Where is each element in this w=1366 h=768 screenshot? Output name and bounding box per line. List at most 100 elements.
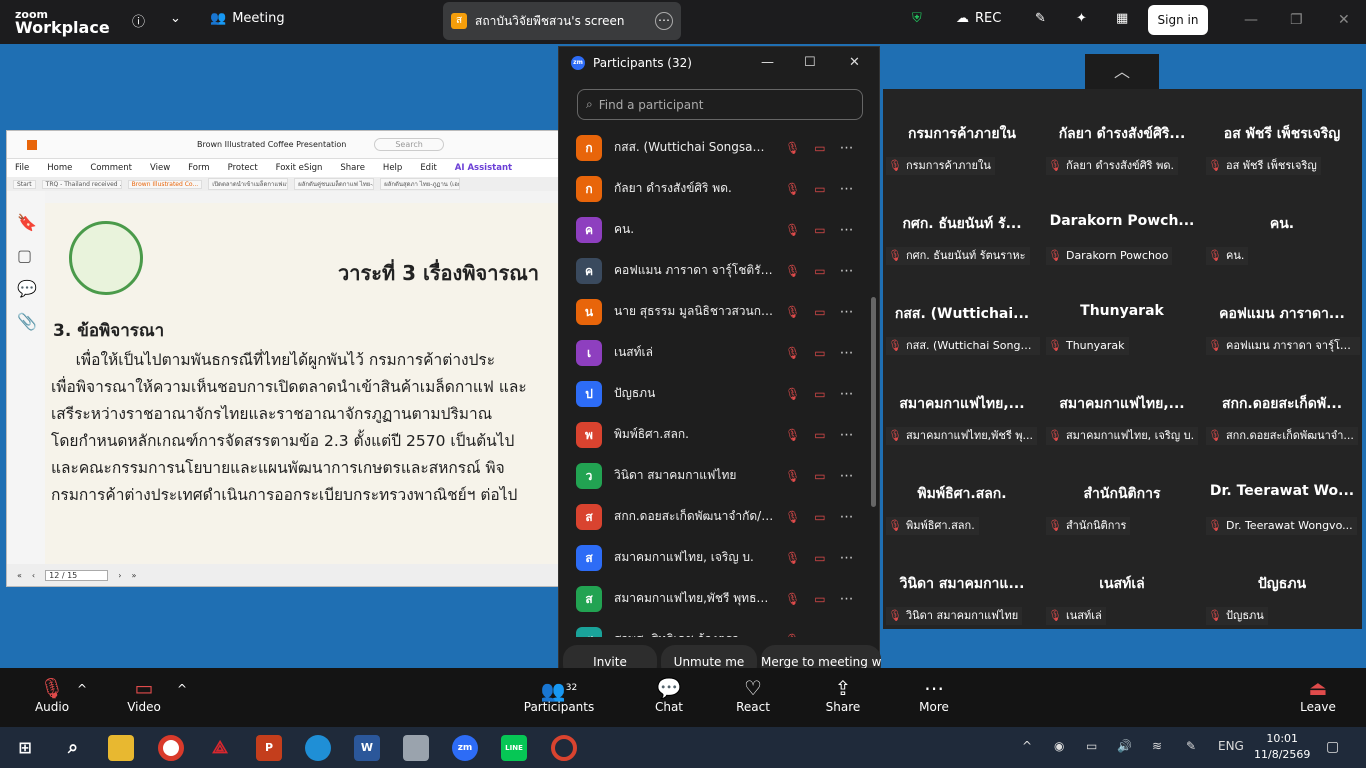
audio-options-caret[interactable]: ^ [70, 682, 94, 696]
mic-off-icon[interactable]: 🎙 [785, 305, 800, 319]
video-tile[interactable]: Thunyarak 🎙 Thunyarak [1043, 269, 1203, 359]
mic-off-icon[interactable]: 🎙 [785, 264, 800, 278]
close-icon[interactable]: ✕ [849, 55, 860, 70]
ai-companion-icon[interactable]: ✦ [1076, 11, 1087, 26]
share-button[interactable]: ⇪ Share [808, 676, 878, 714]
camera-icon[interactable]: ◉ [1054, 739, 1064, 753]
video-options-caret[interactable]: ^ [170, 682, 194, 696]
video-off-icon[interactable]: ▭ [814, 264, 825, 278]
attachment-icon[interactable]: 📎 [17, 312, 45, 331]
more-options-icon[interactable]: ⋯ [840, 632, 854, 638]
word-icon[interactable]: W [354, 735, 380, 761]
video-tile[interactable]: คน. 🎙 คน. [1203, 179, 1363, 269]
more-options-icon[interactable]: ⋯ [840, 263, 854, 279]
acrobat-icon[interactable]: ⟁ [207, 735, 233, 761]
react-button[interactable]: ♡ React [718, 676, 788, 714]
bookmark-icon[interactable]: 🔖 [17, 213, 45, 232]
volume-icon[interactable]: 🔊 [1117, 739, 1132, 753]
video-tile[interactable]: Darakorn Powch... 🎙 Darakorn Powchoo [1043, 179, 1203, 269]
minimize-icon[interactable]: — [1244, 12, 1258, 28]
foxit-taskbar-icon[interactable] [551, 735, 577, 761]
mic-off-icon[interactable]: 🎙 [785, 551, 800, 565]
video-tile[interactable]: พิมพ์ธิศา.สลก. 🎙 พิมพ์ธิศา.สลก. [883, 449, 1043, 539]
more-button[interactable]: ⋯ More [899, 676, 969, 714]
file-explorer-icon[interactable] [108, 735, 134, 761]
video-off-icon[interactable]: ▭ [814, 428, 825, 442]
video-tile[interactable]: กัลยา ดำรงสังข์ศิริ... 🎙 กัลยา ดำรงสังข์ศิ… [1043, 89, 1203, 179]
more-options-icon[interactable]: ⋯ [840, 509, 854, 525]
line-icon[interactable]: LINE [501, 735, 527, 761]
notifications-icon[interactable]: ▢ [1326, 739, 1339, 755]
first-page-icon[interactable]: « [17, 571, 22, 580]
leave-button[interactable]: ⏏ Leave [1283, 676, 1353, 714]
wifi-icon[interactable]: ≋ [1152, 739, 1162, 753]
sign-in-button[interactable]: Sign in [1148, 5, 1208, 35]
comment-icon[interactable]: 💬 [17, 279, 45, 298]
mic-off-icon[interactable]: 🎙 [785, 428, 800, 442]
participant-row[interactable]: ส สกก.ดอยสะเก็ดพัฒนาจำกัด/ ป... 🎙 ▭ ⋯ [559, 496, 869, 537]
video-off-icon[interactable]: ▭ [814, 305, 825, 319]
participant-search-input[interactable]: ⌕ Find a participant [577, 89, 863, 120]
video-tile[interactable]: อส พัชรี เพ็ชรเจริญ 🎙 อส พัชรี เพ็ชรเจริญ [1203, 89, 1363, 179]
chevron-up-icon[interactable]: ^ [1022, 739, 1032, 753]
participant-row[interactable]: ป ปัญธภน 🎙 ▭ ⋯ [559, 373, 869, 414]
powerpoint-icon[interactable]: P [256, 735, 282, 761]
participant-row[interactable]: ค คอฟแมน ภาราดา จารุ์โชติรัตน์ 🎙 ▭ ⋯ [559, 250, 869, 291]
more-options-icon[interactable]: ⋯ [655, 12, 673, 30]
last-page-icon[interactable]: » [131, 571, 136, 580]
mic-off-icon[interactable]: 🎙 [785, 592, 800, 606]
video-button[interactable]: ▭ Video [109, 676, 179, 714]
more-options-icon[interactable]: ⋯ [840, 222, 854, 238]
video-tile[interactable]: สมาคมกาแฟไทย,... 🎙 สมาคมกาแฟไทย,พัชรี พุ..… [883, 359, 1043, 449]
pages-icon[interactable]: ▢ [17, 246, 45, 265]
participant-row[interactable]: ส สวพส. สิทธิเดช ก้องตรอ 🎙 ▭ ⋯ [559, 619, 869, 637]
more-options-icon[interactable]: ⋯ [840, 304, 854, 320]
participants-button[interactable]: 👥32 Participants [518, 676, 600, 714]
pen-icon[interactable]: ✎ [1186, 739, 1196, 753]
meeting-menu[interactable]: 👥 Meeting [210, 11, 285, 26]
participant-row[interactable]: น นาย สุธรรม มูลนิธิชาวสวนกาแฟ 🎙 ▭ ⋯ [559, 291, 869, 332]
video-off-icon[interactable]: ▭ [814, 551, 825, 565]
scrollbar[interactable] [871, 297, 876, 507]
chevron-down-icon[interactable]: ⌄ [170, 11, 181, 26]
video-off-icon[interactable]: ▭ [814, 469, 825, 483]
prev-page-icon[interactable]: ‹ [32, 571, 35, 580]
participant-row[interactable]: ว วินิดา สมาคมกาแฟไทย 🎙 ▭ ⋯ [559, 455, 869, 496]
start-icon[interactable]: ⊞ [12, 735, 38, 761]
annotate-icon[interactable]: ✎ [1035, 11, 1046, 26]
mic-off-icon[interactable]: 🎙 [785, 510, 800, 524]
video-tile[interactable]: คอฟแมน ภาราดา... 🎙 คอฟแมน ภาราดา จารุ์โช..… [1203, 269, 1363, 359]
maximize-icon[interactable]: ☐ [804, 55, 816, 70]
participant-row[interactable]: พ พิมพ์ธิศา.สลก. 🎙 ▭ ⋯ [559, 414, 869, 455]
video-off-icon[interactable]: ▭ [814, 592, 825, 606]
participant-row[interactable]: ค คน. 🎙 ▭ ⋯ [559, 209, 869, 250]
video-off-icon[interactable]: ▭ [814, 223, 825, 237]
zoom-taskbar-icon[interactable]: zm [452, 735, 478, 761]
more-options-icon[interactable]: ⋯ [840, 550, 854, 566]
participant-row[interactable]: ส สมาคมกาแฟไทย, เจริญ บ. 🎙 ▭ ⋯ [559, 537, 869, 578]
video-tile[interactable]: เนสท์เล่ 🎙 เนสท์เล่ [1043, 539, 1203, 629]
shield-icon[interactable]: ⛨ [912, 11, 922, 26]
screen-share-indicator[interactable]: ส สถาบันวิจัยพืชสวน's screen ⋯ [443, 2, 681, 40]
more-options-icon[interactable]: ⋯ [840, 386, 854, 402]
video-off-icon[interactable]: ▭ [814, 346, 825, 360]
clock[interactable]: 10:01 11/8/2569 [1254, 731, 1310, 763]
layout-icon[interactable]: ▦ [1116, 11, 1128, 26]
video-off-icon[interactable]: ▭ [814, 633, 825, 638]
video-off-icon[interactable]: ▭ [814, 182, 825, 196]
video-off-icon[interactable]: ▭ [814, 510, 825, 524]
mic-off-icon[interactable]: 🎙 [785, 469, 800, 483]
collapse-gallery-button[interactable]: ︿ [1085, 54, 1159, 90]
participant-row[interactable]: ส สมาคมกาแฟไทย,พัชรี พุทธรวร... 🎙 ▭ ⋯ [559, 578, 869, 619]
battery-icon[interactable]: ▭ [1086, 739, 1097, 753]
page-number-field[interactable]: 12 / 15 [45, 569, 109, 581]
chat-button[interactable]: 💬 Chat [634, 676, 704, 714]
more-options-icon[interactable]: ⋯ [840, 468, 854, 484]
video-off-icon[interactable]: ▭ [814, 141, 825, 155]
video-off-icon[interactable]: ▭ [814, 387, 825, 401]
more-options-icon[interactable]: ⋯ [840, 427, 854, 443]
app-icon[interactable] [403, 735, 429, 761]
search-icon[interactable]: ⌕ [60, 735, 86, 761]
video-tile[interactable]: กสส. (Wuttichai... 🎙 กสส. (Wuttichai Songs… [883, 269, 1043, 359]
more-options-icon[interactable]: ⋯ [840, 140, 854, 156]
